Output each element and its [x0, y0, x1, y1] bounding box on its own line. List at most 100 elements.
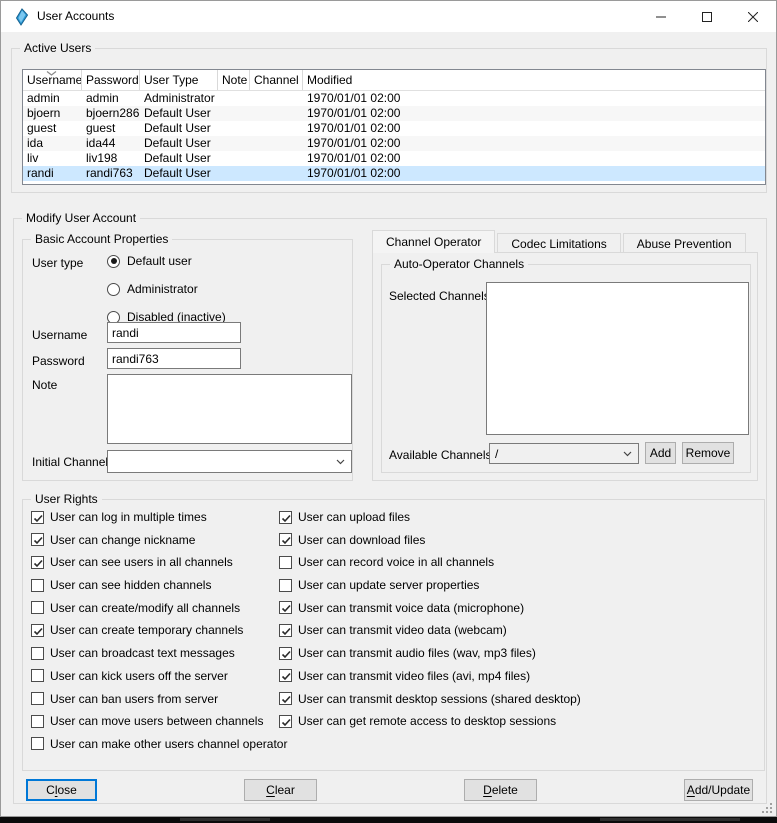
available-channels-value: / — [495, 444, 498, 465]
table-cell: bjoern — [23, 106, 82, 121]
table-row[interactable]: adminadminAdministrator1970/01/01 02:00 — [23, 91, 765, 106]
user-right-checkbox[interactable]: User can download files — [279, 532, 581, 548]
radio-icon — [107, 255, 120, 268]
checkbox-label: User can transmit audio files (wav, mp3 … — [298, 646, 536, 660]
unchecked-checkbox-icon — [31, 647, 44, 660]
app-icon — [13, 8, 31, 26]
add-button[interactable]: Add — [645, 442, 676, 464]
clear-button[interactable]: Clear — [244, 779, 317, 801]
initial-channel-combo[interactable] — [107, 450, 352, 473]
table-cell: liv — [23, 151, 82, 166]
table-cell: Default User — [140, 121, 218, 136]
checked-checkbox-icon — [279, 624, 292, 637]
tab-codec-limitations[interactable]: Codec Limitations — [497, 233, 620, 253]
table-row[interactable]: bjoernbjoern286Default User1970/01/01 02… — [23, 106, 765, 121]
note-textarea[interactable] — [107, 374, 352, 444]
user-accounts-window: User Accounts Active Users UsernamePassw… — [0, 0, 777, 817]
user-right-checkbox[interactable]: User can get remote access to desktop se… — [279, 713, 581, 729]
user-right-checkbox[interactable]: User can upload files — [279, 509, 581, 525]
table-cell — [218, 166, 250, 181]
checked-checkbox-icon — [31, 556, 44, 569]
basic-account-properties-group-label: Basic Account Properties — [31, 232, 172, 247]
user-right-checkbox[interactable]: User can create/modify all channels — [31, 600, 287, 616]
column-header-channel[interactable]: Channel — [250, 70, 303, 90]
user-right-checkbox[interactable]: User can move users between channels — [31, 713, 287, 729]
table-cell: admin — [82, 91, 140, 106]
table-cell: Default User — [140, 151, 218, 166]
user-right-checkbox[interactable]: User can update server properties — [279, 577, 581, 593]
available-channels-combo[interactable]: / — [489, 443, 639, 464]
user-right-checkbox[interactable]: User can transmit video data (webcam) — [279, 622, 581, 638]
resize-grip[interactable] — [760, 801, 774, 815]
column-header-user-type[interactable]: User Type — [140, 70, 218, 90]
checkbox-label: User can see users in all channels — [50, 555, 233, 569]
table-cell: Administrator — [140, 91, 218, 106]
user-right-checkbox[interactable]: User can create temporary channels — [31, 622, 287, 638]
window-controls — [638, 1, 776, 32]
checkbox-label: User can transmit video data (webcam) — [298, 623, 507, 637]
user-right-checkbox[interactable]: User can see users in all channels — [31, 554, 287, 570]
username-input[interactable] — [107, 322, 241, 343]
tab-channel-operator[interactable]: Channel Operator — [372, 230, 495, 253]
user-right-checkbox[interactable]: User can change nickname — [31, 532, 287, 548]
user-right-checkbox[interactable]: User can transmit voice data (microphone… — [279, 600, 581, 616]
tab-abuse-prevention[interactable]: Abuse Prevention — [623, 233, 746, 253]
minimize-button[interactable] — [638, 1, 684, 32]
checkbox-label: User can download files — [298, 533, 425, 547]
background-fragment — [180, 818, 270, 821]
table-cell: 1970/01/01 02:00 — [303, 136, 765, 151]
table-cell: Default User — [140, 136, 218, 151]
checked-checkbox-icon — [279, 669, 292, 682]
selected-channels-listbox[interactable] — [486, 282, 749, 435]
user-right-checkbox[interactable]: User can record voice in all channels — [279, 554, 581, 570]
table-cell: 1970/01/01 02:00 — [303, 106, 765, 121]
table-cell — [250, 121, 303, 136]
radio-icon — [107, 283, 120, 296]
user-right-checkbox[interactable]: User can make other users channel operat… — [31, 736, 287, 752]
user-right-checkbox[interactable]: User can see hidden channels — [31, 577, 287, 593]
table-cell: Default User — [140, 166, 218, 181]
selected-channels-label: Selected Channels — [389, 288, 490, 304]
user-right-checkbox[interactable]: User can transmit desktop sessions (shar… — [279, 691, 581, 707]
checked-checkbox-icon — [279, 647, 292, 660]
add-update-button[interactable]: Add/Update — [684, 779, 753, 801]
maximize-button[interactable] — [684, 1, 730, 32]
table-cell: admin — [23, 91, 82, 106]
delete-button[interactable]: Delete — [464, 779, 537, 801]
checkbox-label: User can create/modify all channels — [50, 601, 240, 615]
table-row[interactable]: livliv198Default User1970/01/01 02:00 — [23, 151, 765, 166]
remove-button[interactable]: Remove — [682, 442, 734, 464]
user-type-radio-option[interactable]: Administrator — [107, 281, 226, 297]
column-header-password[interactable]: Password — [82, 70, 140, 90]
chevron-down-icon — [336, 459, 345, 465]
close-window-button[interactable] — [730, 1, 776, 32]
column-header-modified[interactable]: Modified — [303, 70, 765, 90]
table-row[interactable]: idaida44Default User1970/01/01 02:00 — [23, 136, 765, 151]
close-button[interactable]: Close — [26, 779, 97, 801]
table-cell — [250, 151, 303, 166]
unchecked-checkbox-icon — [279, 579, 292, 592]
checkbox-label: User can update server properties — [298, 578, 479, 592]
user-right-checkbox[interactable]: User can kick users off the server — [31, 668, 287, 684]
password-input[interactable] — [107, 348, 241, 369]
user-right-checkbox[interactable]: User can ban users from server — [31, 691, 287, 707]
unchecked-checkbox-icon — [279, 556, 292, 569]
user-right-checkbox[interactable]: User can broadcast text messages — [31, 645, 287, 661]
initial-channel-label: Initial Channel — [32, 454, 108, 470]
note-label: Note — [32, 377, 57, 393]
user-rights-right-column: User can upload files User can download f… — [279, 509, 581, 729]
table-cell: 1970/01/01 02:00 — [303, 166, 765, 181]
checked-checkbox-icon — [31, 511, 44, 524]
table-row[interactable]: guestguestDefault User1970/01/01 02:00 — [23, 121, 765, 136]
chevron-down-icon — [623, 451, 632, 457]
user-right-checkbox[interactable]: User can transmit audio files (wav, mp3 … — [279, 645, 581, 661]
available-channels-label: Available Channels — [389, 447, 492, 463]
table-row[interactable]: randirandi763Default User1970/01/01 02:0… — [23, 166, 765, 181]
user-right-checkbox[interactable]: User can transmit video files (avi, mp4 … — [279, 668, 581, 684]
user-type-radio-option[interactable]: Default user — [107, 253, 226, 269]
checked-checkbox-icon — [279, 715, 292, 728]
active-users-table-body: adminadminAdministrator1970/01/01 02:00b… — [23, 91, 765, 181]
user-right-checkbox[interactable]: User can log in multiple times — [31, 509, 287, 525]
table-cell: 1970/01/01 02:00 — [303, 151, 765, 166]
column-header-note[interactable]: Note — [218, 70, 250, 90]
